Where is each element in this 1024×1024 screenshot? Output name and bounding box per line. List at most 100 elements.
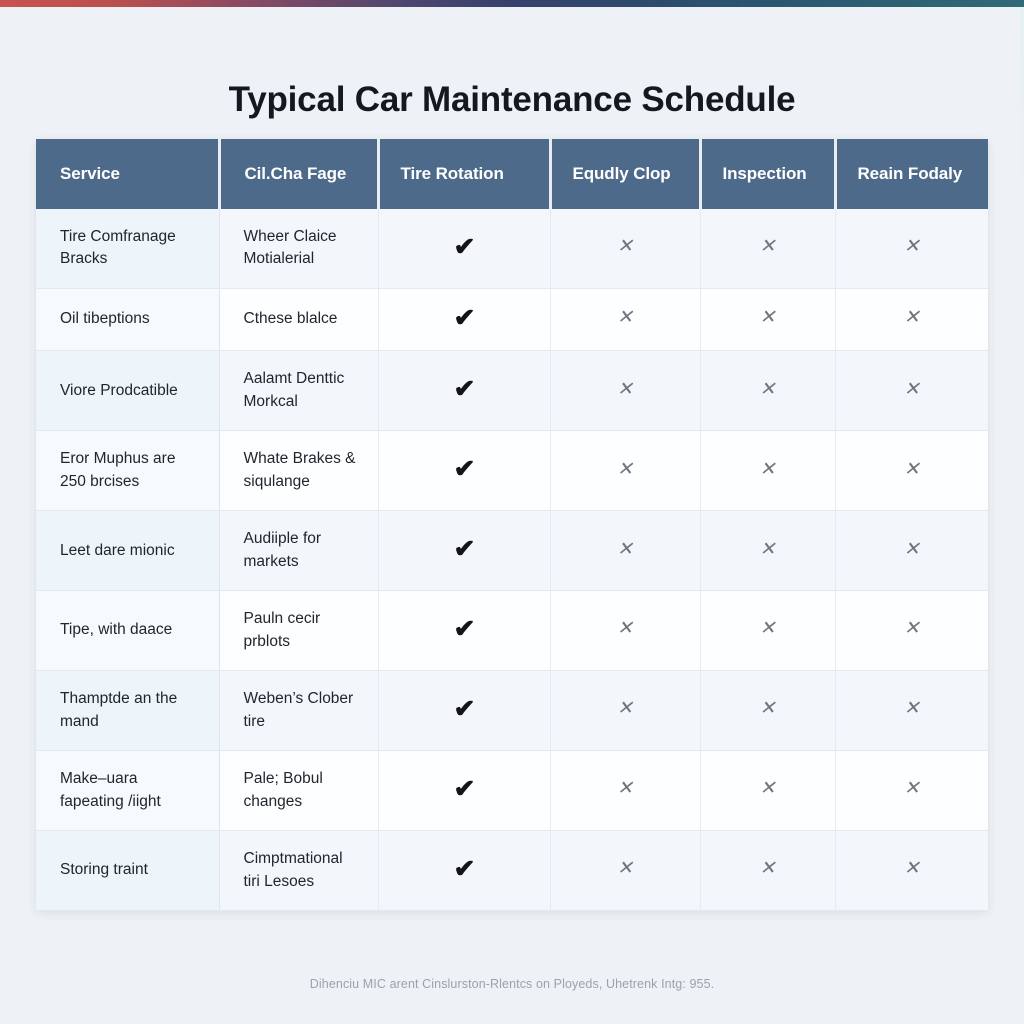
page-title: Typical Car Maintenance Schedule [228,80,796,120]
cell-equdly-clop: ✕ [550,430,701,512]
cross-icon: ✕ [903,538,920,560]
cell-inspection: ✕ [700,350,836,432]
cell-equdly-clop: ✕ [550,350,701,432]
cell-detail: Wheer Claice Motialerial [219,209,379,289]
cell-equdly-clop: ✕ [550,590,701,672]
maintenance-schedule-table: Service Cil.Cha Fage Tire Rotation Equdl… [36,139,988,911]
column-header-tire-rotation[interactable]: Tire Rotation [378,139,552,209]
cell-inspection: ✕ [700,830,836,911]
cell-inspection: ✕ [700,288,836,352]
cell-service: Thamptde an the mand [36,670,220,752]
check-icon: ✔ [452,455,475,484]
cell-tire-rotation: ✔ [378,750,551,832]
cross-icon: ✕ [617,698,633,720]
top-accent-gradient-bar [0,0,1024,7]
cross-icon: ✕ [759,698,776,720]
cross-icon: ✕ [617,458,633,480]
cell-inspection: ✕ [700,209,836,289]
table-row[interactable]: Leet dare mionic Audiiple for markets ✔ ✕ ✕ ✕ [36,510,988,592]
check-icon: ✔ [452,694,475,723]
cell-service: Make–uara fapeating /iight [36,750,220,832]
cell-tire-rotation: ✔ [378,670,551,752]
cell-reain-fodaly: ✕ [835,510,988,592]
cross-icon: ✕ [759,307,776,329]
cross-icon: ✕ [903,307,920,329]
cell-equdly-clop: ✕ [550,830,701,911]
table-row[interactable]: Oil tibeptions Cthese blalce ✔ ✕ ✕ ✕ [36,288,988,352]
cell-reain-fodaly: ✕ [835,430,988,512]
right-edge-accent [1020,7,1024,1024]
check-icon: ✔ [452,854,475,883]
cell-service: Tipe, with daace [36,590,220,672]
cross-icon: ✕ [903,458,920,480]
table-row[interactable]: Eror Muphus are 250 brcises Whate Brakes … [36,430,988,512]
cell-tire-rotation: ✔ [378,350,551,432]
cell-tire-rotation: ✔ [378,590,551,672]
table-header-row: Service Cil.Cha Fage Tire Rotation Equdl… [36,139,988,209]
cell-tire-rotation: ✔ [378,510,551,592]
cell-reain-fodaly: ✕ [835,209,988,289]
cross-icon: ✕ [759,778,776,800]
check-icon: ✔ [452,232,475,261]
table-header: Service Cil.Cha Fage Tire Rotation Equdl… [36,139,988,209]
column-header-equdly-clop[interactable]: Equdly Clop [550,139,702,209]
cross-icon: ✕ [617,378,633,400]
table-footnote: Dihenciu MIC arent Cinslurston-Rlentcs o… [309,977,715,991]
cell-detail: Aalamt Denttic Morkcal [219,350,379,432]
cell-service: Oil tibeptions [36,288,220,352]
table-row[interactable]: Thamptde an the mand Weben’s Clober tire ✔… [36,670,988,752]
cross-icon: ✕ [617,538,633,560]
cell-equdly-clop: ✕ [550,288,701,352]
cross-icon: ✕ [903,236,920,258]
cell-detail: Whate Brakes & siqulange [219,430,379,512]
table-row[interactable]: Tipe, with daace Pauln cecir prblots ✔ ✕ ✕ ✕ [36,590,988,672]
cell-reain-fodaly: ✕ [835,350,988,432]
table-row[interactable]: Make–uara fapeating /iight Pale; Bobul ch… [36,750,988,832]
cell-equdly-clop: ✕ [550,750,701,832]
cross-icon: ✕ [759,858,776,880]
column-header-inspection[interactable]: Inspection [700,139,837,209]
cross-icon: ✕ [617,858,633,880]
table-row[interactable]: Tire Comfranage Bracks Wheer Claice Motia… [36,209,988,289]
cell-equdly-clop: ✕ [550,209,701,289]
cell-reain-fodaly: ✕ [835,670,988,752]
cross-icon: ✕ [759,378,776,400]
cross-icon: ✕ [903,378,920,400]
cell-inspection: ✕ [700,510,836,592]
cross-icon: ✕ [759,236,776,258]
cell-reain-fodaly: ✕ [835,830,988,911]
table-row[interactable]: Storing traint Cimptmational tiri Lesoes ✔… [36,830,988,911]
cross-icon: ✕ [903,698,920,720]
table-body: Tire Comfranage Bracks Wheer Claice Motia… [36,209,988,911]
cell-inspection: ✕ [700,750,836,832]
check-icon: ✔ [452,614,475,643]
check-icon: ✔ [452,774,475,803]
cell-detail: Pauln cecir prblots [219,590,379,672]
check-icon: ✔ [452,535,475,564]
column-header-reain-fodaly[interactable]: Reain Fodaly [835,139,988,209]
cell-detail: Cimptmational tiri Lesoes [219,830,379,911]
cell-reain-fodaly: ✕ [835,590,988,672]
cross-icon: ✕ [759,618,776,640]
cell-reain-fodaly: ✕ [835,750,988,832]
table-row[interactable]: Viore Prodcatible Aalamt Denttic Morkcal ✔… [36,350,988,432]
cell-tire-rotation: ✔ [378,209,551,289]
cell-detail: Weben’s Clober tire [219,670,379,752]
cell-tire-rotation: ✔ [378,430,551,512]
column-header-service[interactable]: Service [36,139,221,209]
cell-tire-rotation: ✔ [378,830,551,911]
check-icon: ✔ [452,303,475,332]
cross-icon: ✕ [903,858,920,880]
column-header-oil-change[interactable]: Cil.Cha Fage [219,139,380,209]
cell-detail: Audiiple for markets [219,510,379,592]
cell-service: Viore Prodcatible [36,350,220,432]
cell-inspection: ✕ [700,590,836,672]
cell-service: Storing traint [36,830,220,911]
cell-inspection: ✕ [700,670,836,752]
cross-icon: ✕ [617,618,633,640]
check-icon: ✔ [452,375,475,404]
cell-service: Tire Comfranage Bracks [36,209,220,289]
cell-reain-fodaly: ✕ [835,288,988,352]
cross-icon: ✕ [617,236,633,258]
cell-tire-rotation: ✔ [378,288,551,352]
